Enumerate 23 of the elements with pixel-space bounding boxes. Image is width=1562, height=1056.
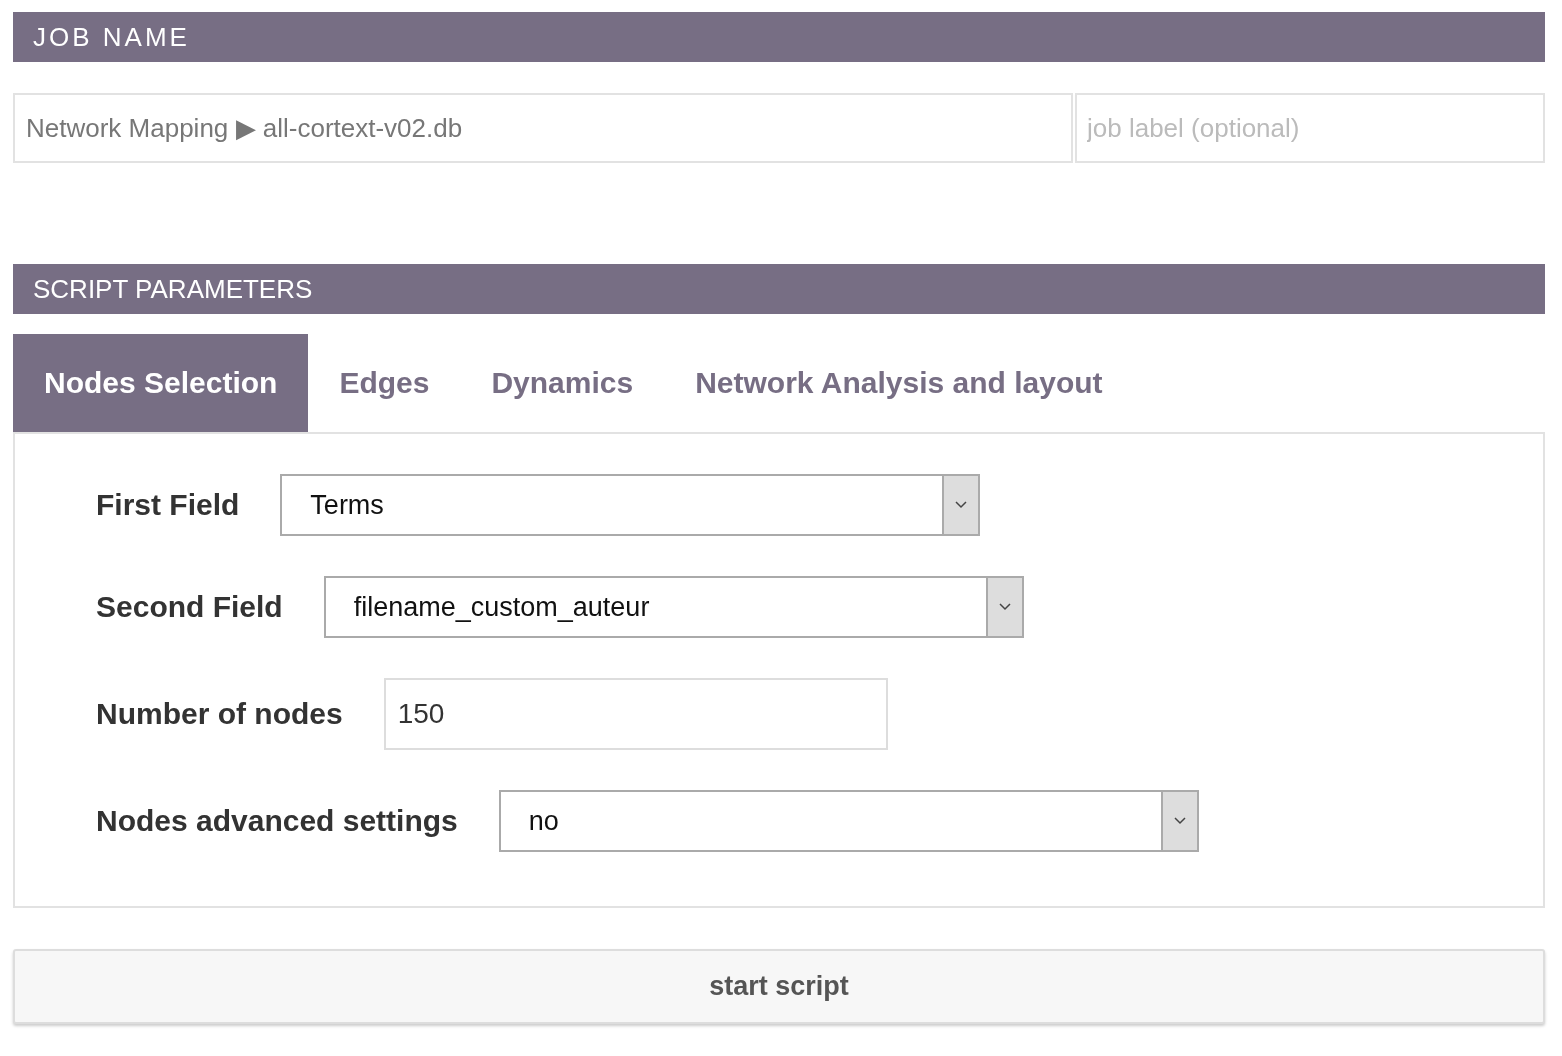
field-label: Second Field — [96, 590, 283, 624]
chevron-down-icon — [1173, 817, 1186, 825]
job-name-field: Network Mapping ▶ all-cortext-v02.db — [13, 93, 1073, 163]
section-header: SCRIPT PARAMETERS — [13, 264, 1545, 314]
section-header: JOB NAME — [13, 12, 1545, 62]
dropdown[interactable]: filename_custom_auteur — [323, 576, 1024, 638]
field-label: Number of nodes — [96, 697, 343, 731]
tab[interactable]: Network Analysis and layout — [664, 334, 1134, 432]
start-script-button[interactable]: start script — [13, 949, 1545, 1024]
dropdown-value: no — [527, 805, 559, 837]
dropdown-value: filename_custom_auteur — [352, 591, 650, 623]
tab[interactable]: Dynamics — [460, 334, 665, 432]
tab[interactable]: Nodes Selection — [13, 334, 309, 432]
chevron-down-icon — [998, 603, 1011, 611]
dropdown-value: Terms — [309, 489, 384, 521]
field-label: First Field — [96, 488, 240, 522]
tab[interactable]: Edges — [308, 334, 461, 432]
field-label: Nodes advanced settings — [96, 804, 458, 838]
number-field[interactable]: 150 — [383, 678, 888, 750]
chevron-down-icon — [955, 501, 968, 509]
dropdown[interactable]: Terms — [280, 474, 981, 536]
dropdown[interactable]: no — [498, 790, 1199, 852]
job-label-field[interactable]: job label (optional) — [1075, 93, 1545, 163]
